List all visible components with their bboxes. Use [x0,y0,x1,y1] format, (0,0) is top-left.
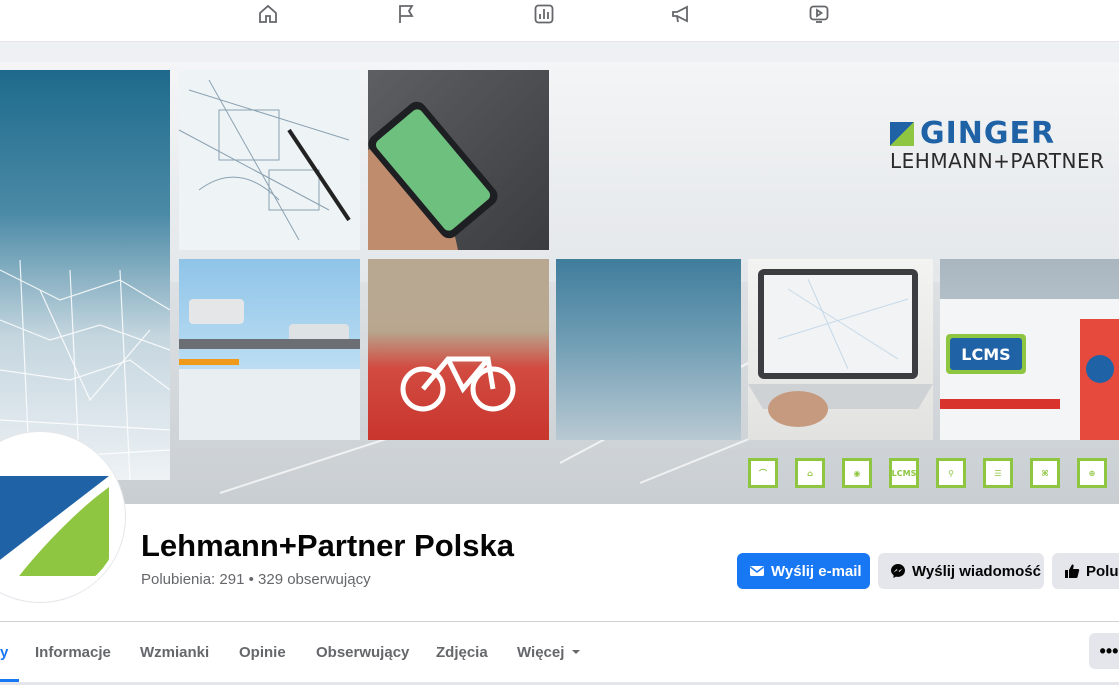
bicycle-icon: ⚲ [936,458,966,488]
like-label: Polub [1086,562,1119,580]
cover-photo[interactable]: LCMS GINGER LEHMANN+PARTNER ⌒ ⌂ ◉ LCMS ⚲… [0,42,1119,504]
profile-avatar[interactable] [0,432,125,602]
chevron-down-icon [572,650,581,654]
logo-brand-text: GINGER [920,116,1056,151]
bike-lane-photo [368,259,549,440]
tab-informacje[interactable]: Informacje [35,622,111,682]
tab-active-fragment-label: y [0,643,9,661]
more-options-button[interactable]: ••• [1089,633,1119,669]
page-tabs: y Informacje Wzmianki Opinie Obserwujący… [0,622,1119,682]
video-icon[interactable] [805,0,833,28]
lcms-truck-photo: LCMS [940,259,1119,440]
blueprint-photo [179,70,360,250]
megaphone-icon[interactable] [667,0,695,28]
tab-wiecej[interactable]: Więcej [517,622,581,682]
like-page-button[interactable]: Polub [1052,553,1119,589]
tab-wzmianki[interactable]: Wzmianki [140,622,209,682]
envelope-icon [750,566,764,576]
logo-sub-text: LEHMANN+PARTNER [890,149,1105,173]
ginger-mark-icon [890,121,914,146]
thumbs-up-icon [1065,564,1080,578]
laptop-photo [748,259,933,440]
bridge-icon: ⌂ [795,458,825,488]
chart-icon[interactable] [530,0,558,28]
tab-wiecej-label: Więcej [517,643,565,661]
send-email-button[interactable]: Wyślij e-mail [737,553,870,589]
service-icons-row: ⌒ ⌂ ◉ LCMS ⚲ ☰ ⌘ ⊕ [748,458,1107,488]
phone-in-hand-photo [368,70,549,250]
tab-obserwujacy[interactable]: Obserwujący [316,622,409,682]
home-icon[interactable] [254,0,282,28]
top-navigation [0,0,1119,42]
tab-active-fragment[interactable]: y [0,622,18,682]
more-options-label: ••• [1099,640,1119,661]
send-message-label: Wyślij wiadomość [912,562,1041,580]
page-stats[interactable]: Polubienia: 291 • 329 obserwujący [141,571,371,588]
lcms-icon: LCMS [889,458,919,488]
tab-opinie[interactable]: Opinie [239,622,286,682]
tunnel-icon: ⌒ [748,458,778,488]
camera-icon: ◉ [842,458,872,488]
messenger-icon [891,564,905,578]
highway-photo [556,259,741,440]
intersection-icon: ⌘ [1030,458,1060,488]
page-title: Lehmann+Partner Polska [141,528,514,563]
flag-icon[interactable] [392,0,420,28]
camera-van-photo [179,259,360,440]
list-icon: ☰ [983,458,1013,488]
send-email-label: Wyślij e-mail [771,562,862,580]
city-map-tile [0,70,170,480]
lcms-label: LCMS [961,345,1010,364]
tab-zdjecia[interactable]: Zdjęcia [436,622,488,682]
ginger-logo: GINGER LEHMANN+PARTNER [890,116,1105,173]
signal-icon: ⊕ [1077,458,1107,488]
send-message-button[interactable]: Wyślij wiadomość [878,553,1044,589]
